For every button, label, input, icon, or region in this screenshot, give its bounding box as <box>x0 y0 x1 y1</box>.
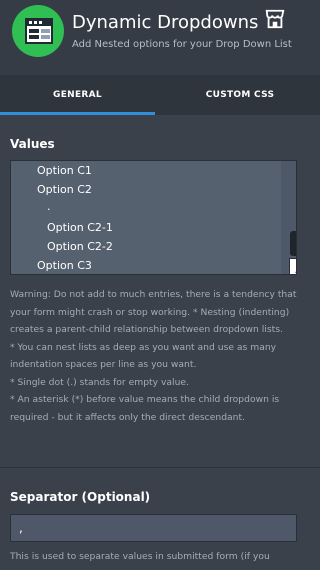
resize-handle-icon[interactable] <box>289 258 296 274</box>
help-paragraph: * An asterisk (*) before value means the… <box>10 394 280 423</box>
textarea-scrollbar[interactable] <box>290 231 296 256</box>
values-textarea[interactable]: Option C1 Option C2 . Option C2-1 Option… <box>10 160 297 275</box>
value-line: Option C1 <box>37 164 92 177</box>
value-line: Option C2-2 <box>47 240 113 253</box>
value-line: . <box>47 200 51 213</box>
tab-general[interactable]: GENERAL <box>0 75 155 115</box>
values-help-text: Warning: Do not add to much entries, the… <box>10 286 312 426</box>
separator-help-text: This is used to separate values in submi… <box>10 551 270 562</box>
dynamic-dropdowns-app-icon <box>12 5 64 57</box>
separator-input[interactable]: , <box>10 514 297 542</box>
tab-custom-css[interactable]: CUSTOM CSS <box>160 75 320 115</box>
separator-label: Separator (Optional) <box>10 490 151 504</box>
help-paragraph: * Single dot (.) stands for empty value. <box>10 376 190 388</box>
app-title: Dynamic Dropdowns <box>72 12 259 33</box>
help-paragraph: Warning: Do not add to much entries, the… <box>10 289 297 335</box>
values-label: Values <box>10 137 55 151</box>
value-line: Option C3 <box>37 259 92 272</box>
section-divider <box>0 467 320 468</box>
app-subtitle: Add Nested options for your Drop Down Li… <box>72 39 292 50</box>
store-icon[interactable] <box>264 8 286 30</box>
help-paragraph: * You can nest lists as deep as you want… <box>10 341 277 371</box>
value-line: Option C2-1 <box>47 221 113 234</box>
app-header: Dynamic Dropdowns Add Nested options for… <box>0 0 320 75</box>
tab-bar: GENERAL CUSTOM CSS <box>0 75 320 115</box>
value-line: Option C2 <box>37 183 92 196</box>
